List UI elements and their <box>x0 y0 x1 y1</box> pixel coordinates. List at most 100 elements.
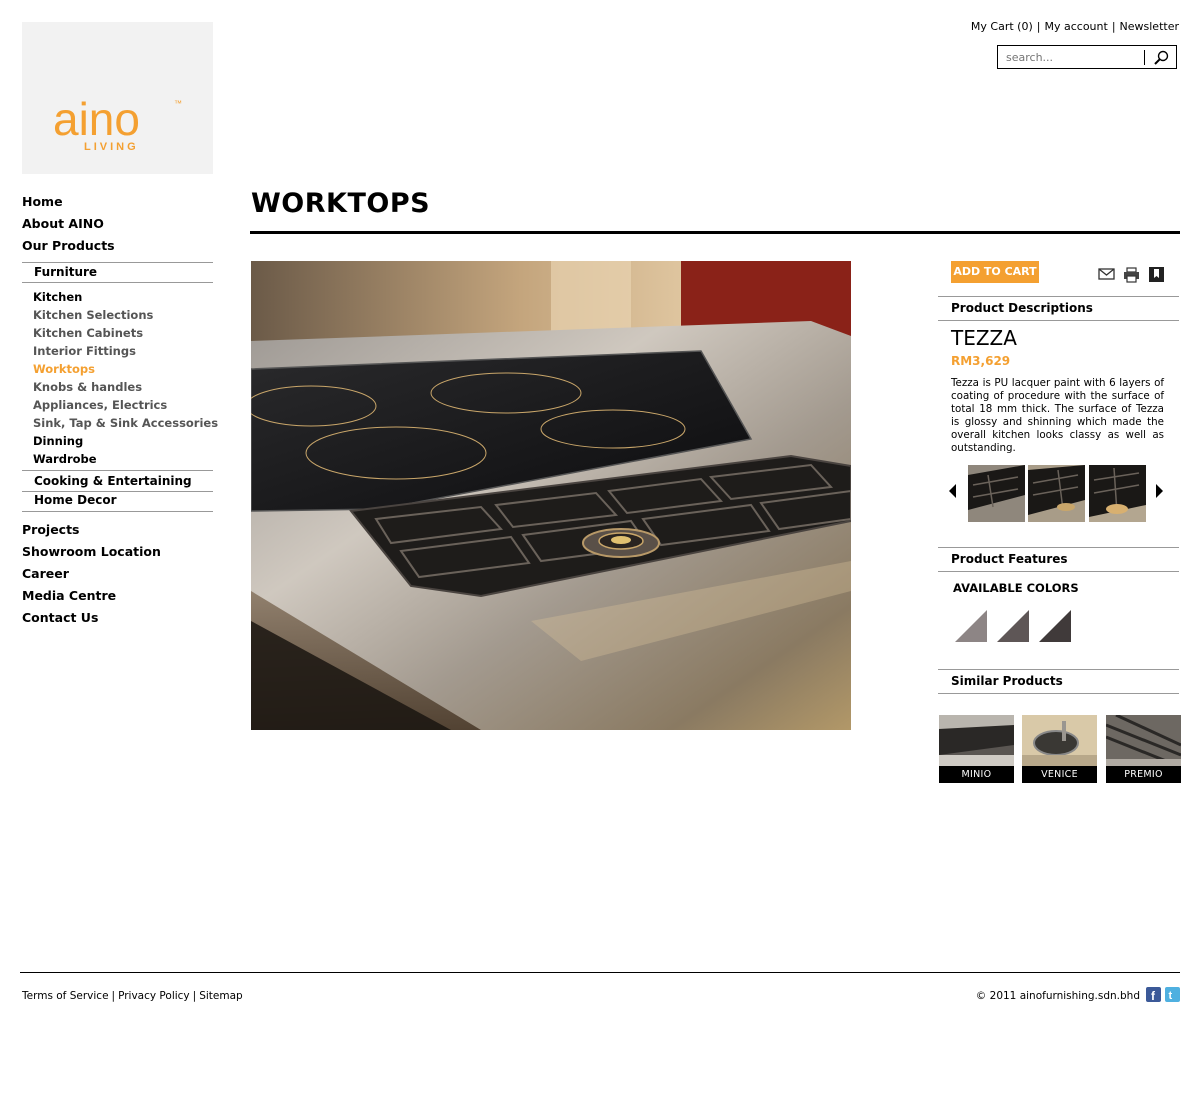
thumbnail-image <box>1089 465 1146 522</box>
facebook-icon-svg: f <box>1146 987 1161 1003</box>
carousel-prev-button[interactable] <box>948 483 958 498</box>
nav-category-furniture[interactable]: Furniture <box>34 265 97 279</box>
nav-category-home-decor[interactable]: Home Decor <box>34 493 116 507</box>
separator: | <box>192 990 197 1002</box>
product-description: Tezza is PU lacquer paint with 6 layers … <box>951 377 1164 454</box>
nav-career[interactable]: Career <box>22 566 69 581</box>
color-swatch-shape <box>955 610 987 642</box>
logo-subtext: LIVING <box>84 141 139 153</box>
footer-links: Terms of Service | Privacy Policy | Sitemap <box>22 990 243 1002</box>
bookmark-icon[interactable] <box>1148 266 1166 284</box>
nav-divider <box>22 262 213 263</box>
similar-product-label: VENICE <box>1022 766 1097 783</box>
nav-sub-interior-fittings[interactable]: Interior Fittings <box>33 344 136 358</box>
nav-our-products[interactable]: Our Products <box>22 238 115 253</box>
nav-sub-kitchen[interactable]: Kitchen <box>33 290 82 304</box>
newsletter-link[interactable]: Newsletter <box>1120 20 1179 33</box>
add-to-cart-button[interactable]: ADD TO CART <box>951 261 1039 283</box>
section-divider <box>938 296 1179 297</box>
magnifier-icon <box>1154 50 1169 65</box>
product-thumbnail[interactable] <box>1089 465 1146 522</box>
footer-divider <box>20 972 1180 973</box>
my-cart-link[interactable]: My Cart (0) <box>971 20 1033 33</box>
color-swatch-shape <box>1039 610 1071 642</box>
section-divider <box>938 669 1179 670</box>
separator: | <box>1111 20 1116 33</box>
mail-icon-svg <box>1098 268 1115 280</box>
nav-category-cooking[interactable]: Cooking & Entertaining <box>34 474 192 488</box>
search-button[interactable] <box>1150 49 1172 66</box>
nav-sub-knobs-handles[interactable]: Knobs & handles <box>33 380 142 394</box>
search-divider <box>1144 50 1145 65</box>
my-account-link[interactable]: My account <box>1044 20 1107 33</box>
similar-product-label: MINIO <box>939 766 1014 783</box>
product-price: RM3,629 <box>951 354 1011 368</box>
logo[interactable]: aino ™ LIVING <box>22 22 213 174</box>
logo-text: aino <box>53 93 140 145</box>
print-icon-svg <box>1124 267 1139 283</box>
product-name: TEZZA <box>951 326 1017 350</box>
similar-products-title: Similar Products <box>951 674 1063 688</box>
nav-sub-wardrobe[interactable]: Wardrobe <box>33 452 97 466</box>
product-descriptions-title: Product Descriptions <box>951 301 1093 315</box>
color-swatch[interactable] <box>1039 610 1071 642</box>
copyright-text: © 2011 ainofurnishing.sdn.bhd <box>975 990 1140 1002</box>
twitter-icon[interactable]: t <box>1165 987 1180 1002</box>
mail-icon[interactable] <box>1098 266 1116 284</box>
twitter-icon-svg: t <box>1165 987 1180 1002</box>
search-input[interactable] <box>1006 49 1136 65</box>
svg-text:t: t <box>1169 990 1173 1002</box>
arrow-left-icon <box>949 484 956 498</box>
nav-sub-kitchen-cabinets[interactable]: Kitchen Cabinets <box>33 326 143 340</box>
nav-about[interactable]: About AINO <box>22 216 104 231</box>
similar-product-label: PREMIO <box>1106 766 1181 783</box>
nav-showroom[interactable]: Showroom Location <box>22 544 161 559</box>
nav-divider <box>22 470 213 471</box>
nav-home[interactable]: Home <box>22 194 63 209</box>
logo-trademark: ™ <box>174 99 182 108</box>
terms-link[interactable]: Terms of Service <box>22 990 109 1002</box>
sitemap-link[interactable]: Sitemap <box>199 990 243 1002</box>
nav-sub-worktops[interactable]: Worktops <box>33 362 95 376</box>
print-icon[interactable] <box>1123 266 1141 284</box>
search-box <box>997 45 1177 69</box>
nav-sub-dinning[interactable]: Dinning <box>33 434 83 448</box>
similar-product-minio[interactable]: MINIO <box>939 715 1014 783</box>
nav-divider <box>22 491 213 492</box>
privacy-link[interactable]: Privacy Policy <box>118 990 190 1002</box>
nav-divider <box>22 282 213 283</box>
nav-media-centre[interactable]: Media Centre <box>22 588 116 603</box>
separator: | <box>111 990 116 1002</box>
bookmark-icon-svg <box>1149 267 1164 282</box>
facebook-icon[interactable]: f <box>1146 987 1161 1003</box>
arrow-right-icon <box>1156 484 1163 498</box>
nav-contact-us[interactable]: Contact Us <box>22 610 98 625</box>
nav-sub-appliances[interactable]: Appliances, Electrics <box>33 398 167 412</box>
aino-logo-mark: aino ™ LIVING <box>53 93 182 153</box>
top-links: My Cart (0) | My account | Newsletter <box>971 20 1179 33</box>
available-colors-title: AVAILABLE COLORS <box>953 581 1079 595</box>
color-swatch[interactable] <box>997 610 1029 642</box>
nav-sub-sink-tap[interactable]: Sink, Tap & Sink Accessories <box>33 416 218 430</box>
thumbnail-image <box>968 465 1025 522</box>
page-title: WORKTOPS <box>251 188 431 219</box>
thumbnail-image <box>1028 465 1085 522</box>
carousel-next-button[interactable] <box>1154 483 1164 498</box>
color-swatch-shape <box>997 610 1029 642</box>
product-thumbnail[interactable] <box>1028 465 1085 522</box>
title-divider <box>250 231 1180 234</box>
section-divider <box>938 571 1179 572</box>
similar-product-venice[interactable]: VENICE <box>1022 715 1097 783</box>
nav-projects[interactable]: Projects <box>22 522 80 537</box>
color-swatch[interactable] <box>955 610 987 642</box>
nav-divider <box>22 511 213 512</box>
product-features-title: Product Features <box>951 552 1068 566</box>
section-divider <box>938 693 1179 694</box>
similar-product-premio[interactable]: PREMIO <box>1106 715 1181 783</box>
section-divider <box>938 320 1179 321</box>
product-main-image <box>251 261 851 730</box>
product-thumbnail[interactable] <box>968 465 1025 522</box>
separator: | <box>1036 20 1041 33</box>
nav-sub-kitchen-selections[interactable]: Kitchen Selections <box>33 308 153 322</box>
worktop-photo <box>251 261 851 730</box>
